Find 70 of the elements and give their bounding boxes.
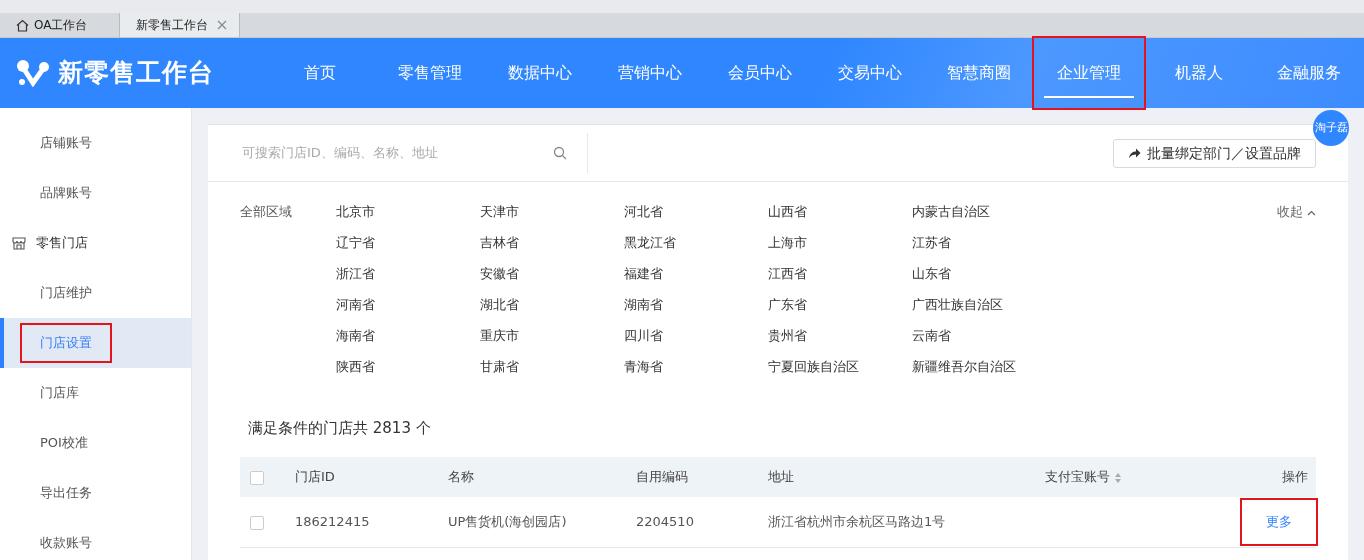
close-icon[interactable] [217,20,227,30]
sidebar-item[interactable]: 门店库 [0,368,191,418]
region-option[interactable]: 重庆市 [480,326,624,346]
sidebar-item[interactable]: POI校准 [0,418,191,468]
table-cell: 186212415 [295,514,370,529]
sidebar-item[interactable]: 零售门店 [0,218,191,268]
region-option[interactable]: 广西壮族自治区 [912,295,1056,315]
region-option[interactable]: 浙江省 [336,264,480,284]
region-option[interactable]: 北京市 [336,202,480,222]
collapse-link[interactable]: 收起 [1276,202,1316,222]
column-header: 操作 [1282,469,1308,485]
region-option[interactable]: 宁夏回族自治区 [768,357,912,377]
region-option[interactable]: 湖南省 [624,295,768,315]
region-option[interactable]: 贵州省 [768,326,912,346]
user-avatar[interactable]: 淘子磊 [1313,110,1349,146]
column-header: 名称 [448,469,474,485]
table-cell: 2204510 [636,514,694,529]
region-option[interactable]: 天津市 [480,202,624,222]
row-checkbox[interactable] [250,515,264,530]
table-cell: 浙江省杭州市余杭区马路边1号 [768,514,946,529]
share-arrow-icon [1128,147,1141,159]
region-option[interactable]: 陕西省 [336,357,480,377]
search-icon[interactable] [553,146,567,160]
sort-icon[interactable] [1114,471,1123,484]
region-option[interactable]: 安徽省 [480,264,624,284]
region-option[interactable]: 上海市 [768,233,912,253]
region-option[interactable]: 江西省 [768,264,912,284]
region-option[interactable]: 云南省 [912,326,1056,346]
region-option[interactable]: 广东省 [768,295,912,315]
nav-item[interactable]: 首页 [265,38,376,108]
table-cell: UP售货机(海创园店) [448,514,567,529]
region-option[interactable]: 福建省 [624,264,768,284]
logo-text: 新零售工作台 [58,57,214,90]
region-option[interactable]: 新疆维吾尔自治区 [912,357,1056,377]
nav-item[interactable]: 数据中心 [484,38,595,108]
region-option[interactable]: 甘肃省 [480,357,624,377]
region-option[interactable]: 黑龙江省 [624,233,768,253]
region-option[interactable]: 山西省 [768,202,912,222]
column-header: 地址 [768,469,794,485]
column-header: 门店ID [295,469,335,485]
select-all-checkbox[interactable] [250,470,264,485]
bulk-bind-button[interactable]: 批量绑定部门／设置品牌 [1113,138,1316,168]
more-link[interactable]: 更多 [1242,500,1316,544]
browser-tab[interactable]: 新零售工作台 [120,13,240,37]
region-option[interactable]: 辽宁省 [336,233,480,253]
region-option[interactable]: 湖北省 [480,295,624,315]
sidebar-item[interactable]: 品牌账号 [0,168,191,218]
chevron-up-icon [1307,209,1316,216]
column-header: 自用编码 [636,469,688,485]
region-option[interactable]: 吉林省 [480,233,624,253]
region-option[interactable]: 河南省 [336,295,480,315]
result-count: 满足条件的门店共 2813 个 [247,418,432,439]
region-option[interactable]: 海南省 [336,326,480,346]
sidebar-item[interactable]: 门店维护 [0,268,191,318]
nav-item[interactable]: 会员中心 [704,38,815,108]
region-option[interactable]: 四川省 [624,326,768,346]
sidebar-item[interactable]: 导出任务 [0,468,191,518]
store-icon [12,236,26,250]
region-label: 全部区域 [240,203,293,221]
logo-icon [16,59,50,87]
region-option[interactable]: 青海省 [624,357,768,377]
nav-item[interactable]: 零售管理 [375,38,485,108]
nav-item[interactable]: 营销中心 [594,38,705,108]
sidebar-item[interactable]: 店铺账号 [0,118,191,168]
sidebar-item[interactable]: 收款账号 [0,518,191,560]
region-option[interactable]: 河北省 [624,202,768,222]
region-option[interactable]: 山东省 [912,264,1056,284]
home-icon [16,18,29,32]
region-option[interactable]: 内蒙古自治区 [912,202,1056,222]
region-option[interactable]: 江苏省 [912,233,1056,253]
